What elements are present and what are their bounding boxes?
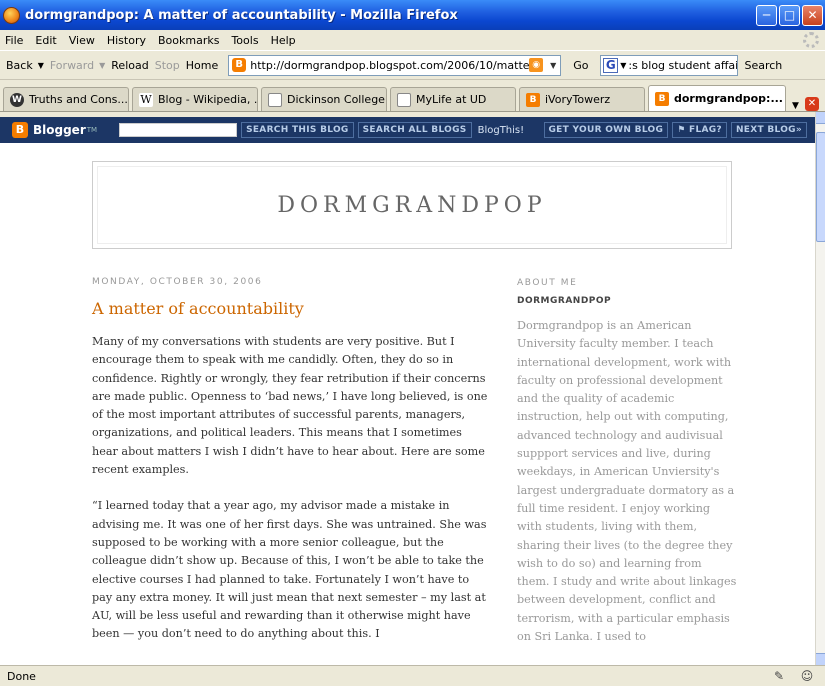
tab-dormgrandpop[interactable]: B dormgrandpop:... bbox=[648, 85, 786, 111]
tab-blog-wikipedia[interactable]: W Blog - Wikipedia, ... bbox=[132, 87, 258, 111]
vertical-scrollbar[interactable] bbox=[815, 112, 825, 665]
forward-label: Forward bbox=[49, 58, 95, 72]
page-icon bbox=[397, 92, 411, 107]
back-button[interactable]: Back ▼ bbox=[6, 59, 44, 72]
blogger-navbar: B Blogger TM SEARCH THIS BLOG SEARCH ALL… bbox=[0, 117, 815, 143]
edit-icon[interactable]: ✎ bbox=[771, 668, 787, 684]
scroll-thumb[interactable] bbox=[816, 132, 825, 242]
throbber-icon bbox=[803, 32, 819, 48]
url-dropdown-icon[interactable]: ▼ bbox=[546, 61, 560, 70]
trademark-mark: TM bbox=[86, 126, 98, 134]
tab-dickinson-college[interactable]: Dickinson College... bbox=[261, 87, 387, 111]
reload-button[interactable]: Reload bbox=[111, 59, 148, 72]
close-icon[interactable]: ✕ bbox=[802, 4, 823, 26]
blogger-favicon-icon: B bbox=[232, 58, 247, 72]
tab-label: MyLife at UD bbox=[416, 93, 487, 106]
tab-list-icon[interactable]: ▼ bbox=[792, 101, 799, 111]
tab-ivorytowerz[interactable]: B iVoryTowerz bbox=[519, 87, 645, 111]
blog-search-input[interactable] bbox=[119, 123, 238, 137]
page-content: DORMGRANDPOP MONDAY, OCTOBER 30, 2006 A … bbox=[0, 143, 815, 665]
tab-mylife-at-ud[interactable]: MyLife at UD bbox=[390, 87, 516, 111]
about-me-heading: ABOUT ME bbox=[517, 278, 578, 288]
search-this-blog-button[interactable]: SEARCH THIS BLOG bbox=[241, 122, 354, 138]
wikipedia-icon: W bbox=[139, 92, 153, 107]
tab-truths-and-cons[interactable]: W Truths and Cons... bbox=[3, 87, 129, 111]
profile-name[interactable]: DORMGRANDPOP bbox=[517, 296, 611, 306]
go-button[interactable]: Go bbox=[573, 59, 588, 72]
firefox-window: dormgrandpop: A matter of accountability… bbox=[0, 0, 825, 686]
status-icons: ✎ ☺ bbox=[759, 668, 815, 684]
search-engine-dropdown-icon[interactable]: ▼ bbox=[620, 61, 626, 70]
maximize-icon[interactable]: □ bbox=[779, 4, 800, 26]
menu-history[interactable]: History bbox=[107, 34, 146, 47]
post-paragraph: “I learned today that a year ago, my adv… bbox=[92, 499, 487, 641]
flag-icon: ⚑ bbox=[677, 125, 689, 135]
profile-description: Dormgrandpop is an American University f… bbox=[517, 319, 737, 644]
menu-edit[interactable]: Edit bbox=[35, 34, 56, 47]
firefox-icon bbox=[3, 6, 20, 24]
back-label: Back bbox=[6, 58, 33, 72]
url-bar[interactable]: B http://dormgrandpop.blogspot.com/2006/… bbox=[228, 54, 562, 76]
search-all-blogs-button[interactable]: SEARCH ALL BLOGS bbox=[357, 122, 472, 138]
navigation-toolbar: Back ▼ Forward ▼ Reload Stop Home B http:/… bbox=[0, 50, 825, 80]
rss-feed-icon[interactable]: ◉ bbox=[529, 58, 544, 72]
wordpress-icon: W bbox=[10, 92, 24, 107]
status-bar: Done ✎ ☺ bbox=[0, 665, 825, 686]
blog-header: DORMGRANDPOP bbox=[92, 161, 732, 249]
minimize-icon[interactable]: ─ bbox=[756, 4, 777, 26]
search-button[interactable]: Search bbox=[744, 59, 782, 72]
flag-label: FLAG? bbox=[689, 125, 722, 135]
post-body: Many of my conversations with students a… bbox=[92, 333, 488, 662]
forward-button[interactable]: Forward ▼ bbox=[50, 59, 105, 72]
post-title[interactable]: A matter of accountability bbox=[92, 299, 304, 318]
tab-label: iVoryTowerz bbox=[545, 93, 611, 106]
page-icon bbox=[268, 92, 282, 107]
get-your-own-blog-button[interactable]: GET YOUR OWN BLOG bbox=[543, 122, 669, 138]
tab-label: Truths and Cons... bbox=[29, 93, 128, 106]
blogger-right-buttons: GET YOUR OWN BLOG ⚑ FLAG? NEXT BLOG» bbox=[540, 122, 807, 138]
blogger-logo-icon[interactable]: B bbox=[12, 122, 28, 138]
stop-button[interactable]: Stop bbox=[155, 59, 180, 72]
post-paragraph: Many of my conversations with students a… bbox=[92, 335, 488, 477]
blogthis-link[interactable]: BlogThis! bbox=[478, 125, 525, 136]
post-date: MONDAY, OCTOBER 30, 2006 bbox=[92, 277, 263, 287]
menu-bookmarks[interactable]: Bookmarks bbox=[158, 34, 219, 47]
tab-label: dormgrandpop:... bbox=[674, 92, 783, 105]
blogger-name[interactable]: Blogger bbox=[33, 123, 86, 137]
tab-label: Blog - Wikipedia, ... bbox=[158, 93, 258, 106]
menu-file[interactable]: File bbox=[5, 34, 23, 47]
blog-title[interactable]: DORMGRANDPOP bbox=[97, 166, 727, 244]
title-bar: dormgrandpop: A matter of accountability… bbox=[0, 0, 825, 30]
chevron-down-icon[interactable]: ▼ bbox=[99, 61, 105, 70]
home-button[interactable]: Home bbox=[186, 59, 218, 72]
addon-icon[interactable]: ☺ bbox=[799, 668, 815, 684]
blogger-icon: B bbox=[526, 92, 540, 107]
search-value[interactable]: :s blog student affairs bbox=[628, 59, 737, 72]
menu-view[interactable]: View bbox=[69, 34, 95, 47]
url-text[interactable]: http://dormgrandpop.blogspot.com/2006/10… bbox=[250, 59, 529, 72]
menu-bar: File Edit View History Bookmarks Tools H… bbox=[0, 30, 825, 50]
tab-label: Dickinson College... bbox=[287, 93, 387, 106]
search-input[interactable]: G ▼ :s blog student affairs bbox=[600, 54, 739, 76]
scroll-down-icon[interactable] bbox=[816, 653, 825, 665]
scroll-up-icon[interactable] bbox=[816, 112, 825, 124]
close-tab-icon[interactable]: ✕ bbox=[804, 97, 819, 111]
google-icon[interactable]: G bbox=[603, 57, 619, 73]
flag-button[interactable]: ⚑ FLAG? bbox=[672, 122, 727, 138]
status-text: Done bbox=[7, 669, 36, 683]
tab-bar: W Truths and Cons... W Blog - Wikipedia,… bbox=[0, 85, 825, 112]
blogger-icon: B bbox=[655, 91, 669, 106]
window-title: dormgrandpop: A matter of accountability… bbox=[25, 7, 458, 23]
chevron-down-icon[interactable]: ▼ bbox=[38, 61, 44, 70]
menu-tools[interactable]: Tools bbox=[231, 34, 258, 47]
menu-help[interactable]: Help bbox=[271, 34, 296, 47]
next-blog-button[interactable]: NEXT BLOG» bbox=[730, 122, 807, 138]
